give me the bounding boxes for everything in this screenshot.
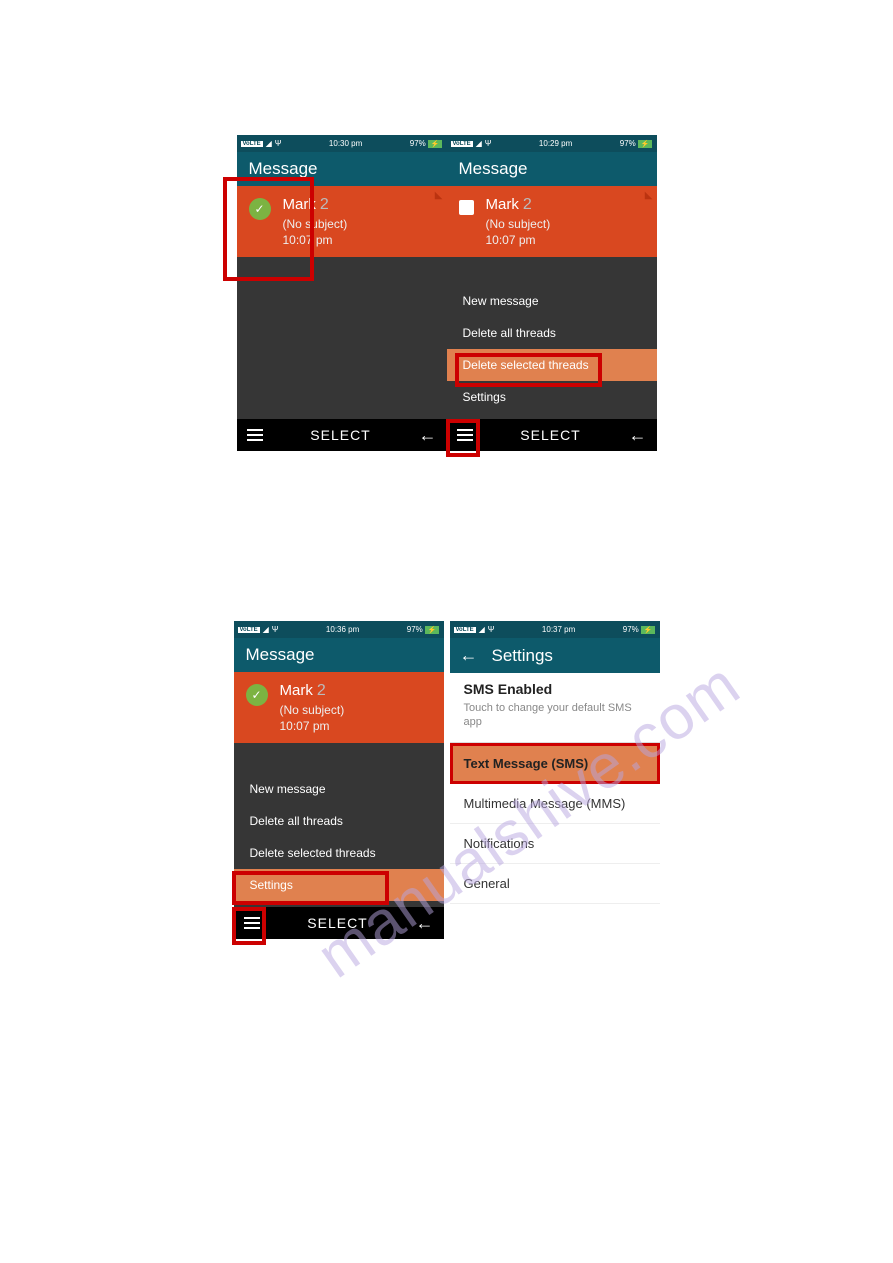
- message-count: 2: [317, 682, 326, 699]
- body-area: New message Delete all threads Delete se…: [234, 743, 444, 907]
- selected-check-icon[interactable]: ✓: [249, 198, 271, 220]
- title-text: Message: [249, 159, 318, 179]
- title-text: Message: [459, 159, 528, 179]
- message-count: 2: [523, 196, 532, 213]
- message-thread-item[interactable]: ✓ Mark2 (No subject) 10:07 pm ◣: [237, 186, 447, 257]
- menu-settings[interactable]: Settings: [447, 381, 657, 413]
- battery-percent: 97%: [410, 139, 426, 148]
- back-icon[interactable]: ←: [629, 425, 647, 446]
- usb-icon: [485, 139, 492, 148]
- status-bar: VoLTE 10:36 pm 97% ⚡: [234, 621, 444, 638]
- back-icon[interactable]: ←: [416, 913, 434, 934]
- message-subject: (No subject): [280, 703, 432, 717]
- options-menu: New message Delete all threads Delete se…: [447, 279, 657, 419]
- message-subject: (No subject): [283, 217, 435, 231]
- menu-delete-selected[interactable]: Delete selected threads: [234, 837, 444, 869]
- signal-icon: [479, 625, 485, 634]
- select-button[interactable]: SELECT: [307, 915, 367, 931]
- phone-screenshot-a: VoLTE 10:30 pm 97% ⚡ Message ✓ Mark2 (No…: [237, 135, 447, 451]
- status-bar: VoLTE 10:37 pm 97% ⚡: [450, 621, 660, 638]
- bottom-bar: SELECT ←: [237, 419, 447, 451]
- volte-icon: VoLTE: [238, 627, 260, 633]
- sms-enabled-heading[interactable]: SMS Enabled: [450, 673, 660, 701]
- menu-settings[interactable]: Settings: [234, 869, 444, 901]
- message-time: 10:07 pm: [486, 233, 645, 247]
- battery-icon: ⚡: [641, 626, 656, 634]
- message-thread-item[interactable]: Mark2 (No subject) 10:07 pm ◣: [447, 186, 657, 257]
- body-area: New message Delete all threads Delete se…: [447, 257, 657, 419]
- menu-icon[interactable]: [244, 917, 260, 929]
- tag-icon: ◣: [435, 190, 443, 201]
- title-bar: Message: [237, 152, 447, 186]
- select-button[interactable]: SELECT: [520, 427, 580, 443]
- status-bar: VoLTE 10:29 pm 97% ⚡: [447, 135, 657, 152]
- checkbox-icon[interactable]: [459, 200, 474, 215]
- message-time: 10:07 pm: [283, 233, 435, 247]
- status-time: 10:36 pm: [326, 625, 359, 634]
- title-bar: Message: [234, 638, 444, 672]
- usb-icon: [488, 625, 495, 634]
- usb-icon: [272, 625, 279, 634]
- menu-delete-selected[interactable]: Delete selected threads: [447, 349, 657, 381]
- back-arrow-icon[interactable]: ←: [460, 645, 478, 666]
- settings-text-sms[interactable]: Text Message (SMS): [450, 743, 660, 784]
- title-bar: ← Settings: [450, 638, 660, 673]
- selected-check-icon[interactable]: ✓: [246, 684, 268, 706]
- contact-name: Mark: [280, 682, 313, 699]
- settings-body: SMS Enabled Touch to change your default…: [450, 673, 660, 939]
- menu-delete-all[interactable]: Delete all threads: [234, 805, 444, 837]
- status-time: 10:30 pm: [329, 139, 362, 148]
- select-button[interactable]: SELECT: [310, 427, 370, 443]
- settings-general[interactable]: General: [450, 864, 660, 904]
- back-icon[interactable]: ←: [419, 425, 437, 446]
- battery-percent: 97%: [407, 625, 423, 634]
- phone-screenshot-b: VoLTE 10:29 pm 97% ⚡ Message Mark2 (No s…: [447, 135, 657, 451]
- status-time: 10:37 pm: [542, 625, 575, 634]
- sms-enabled-desc: Touch to change your default SMS app: [450, 701, 660, 743]
- battery-percent: 97%: [620, 139, 636, 148]
- status-bar: VoLTE 10:30 pm 97% ⚡: [237, 135, 447, 152]
- volte-icon: VoLTE: [454, 627, 476, 633]
- usb-icon: [275, 139, 282, 148]
- tag-icon: ◣: [645, 190, 653, 201]
- status-time: 10:29 pm: [539, 139, 572, 148]
- menu-delete-all[interactable]: Delete all threads: [447, 317, 657, 349]
- contact-name: Mark: [486, 196, 519, 213]
- battery-icon: ⚡: [428, 140, 443, 148]
- phone-screenshot-c: VoLTE 10:36 pm 97% ⚡ Message ✓ Mark2 (No…: [234, 621, 444, 939]
- message-count: 2: [320, 196, 329, 213]
- settings-mms[interactable]: Multimedia Message (MMS): [450, 784, 660, 824]
- menu-icon[interactable]: [247, 429, 263, 441]
- menu-new-message[interactable]: New message: [234, 773, 444, 805]
- signal-icon: [476, 139, 482, 148]
- battery-percent: 97%: [623, 625, 639, 634]
- title-bar: Message: [447, 152, 657, 186]
- phone-screenshot-d: VoLTE 10:37 pm 97% ⚡ ← Settings SMS Enab…: [450, 621, 660, 939]
- options-menu: New message Delete all threads Delete se…: [234, 767, 444, 907]
- signal-icon: [263, 625, 269, 634]
- volte-icon: VoLTE: [451, 141, 473, 147]
- title-text: Settings: [492, 646, 553, 666]
- message-thread-item[interactable]: ✓ Mark2 (No subject) 10:07 pm: [234, 672, 444, 743]
- body-area: [237, 257, 447, 419]
- message-time: 10:07 pm: [280, 719, 432, 733]
- menu-new-message[interactable]: New message: [447, 285, 657, 317]
- screenshot-row-2: VoLTE 10:36 pm 97% ⚡ Message ✓ Mark2 (No…: [0, 621, 893, 939]
- signal-icon: [266, 139, 272, 148]
- title-text: Message: [246, 645, 315, 665]
- battery-icon: ⚡: [638, 140, 653, 148]
- bottom-bar: SELECT ←: [447, 419, 657, 451]
- bottom-bar: SELECT ←: [234, 907, 444, 939]
- screenshot-row-1: VoLTE 10:30 pm 97% ⚡ Message ✓ Mark2 (No…: [0, 135, 893, 451]
- volte-icon: VoLTE: [241, 141, 263, 147]
- menu-icon[interactable]: [457, 429, 473, 441]
- battery-icon: ⚡: [425, 626, 440, 634]
- message-subject: (No subject): [486, 217, 645, 231]
- settings-notifications[interactable]: Notifications: [450, 824, 660, 864]
- contact-name: Mark: [283, 196, 316, 213]
